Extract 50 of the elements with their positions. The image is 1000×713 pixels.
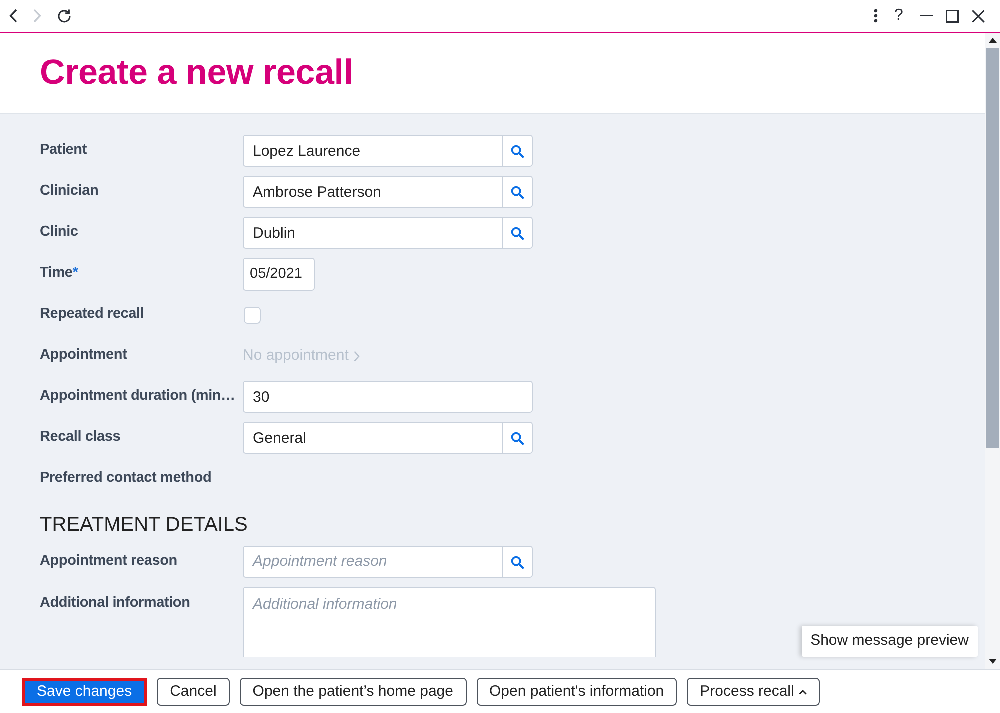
field-label: Time* (40, 264, 80, 284)
search-button[interactable] (503, 135, 533, 167)
text-field[interactable]: Dublin (243, 217, 503, 249)
search-button[interactable] (503, 217, 533, 249)
search-icon (511, 226, 524, 240)
field-label: Recall class (40, 428, 122, 448)
field-label: Repeated recall (40, 305, 146, 324)
caret-icon (799, 690, 808, 694)
chevron-right-icon (354, 350, 360, 362)
text-field[interactable]: 30 (243, 381, 533, 413)
action-button[interactable]: Open the patient’s home page (240, 678, 466, 706)
down-arrow-icon[interactable] (988, 659, 996, 664)
text-field[interactable]: General (243, 422, 503, 454)
field-label: Appointment (40, 346, 128, 366)
chevron-left-icon[interactable] (9, 9, 18, 23)
action-button[interactable]: Open patient's information (476, 678, 678, 706)
scrollbar-thumb[interactable] (986, 48, 999, 448)
action-button[interactable]: Cancel (157, 678, 230, 706)
more-menu-icon[interactable] (874, 9, 878, 23)
close-icon[interactable] (972, 10, 985, 22)
maximize-icon[interactable] (946, 10, 959, 22)
field-label: Appointment reason (40, 552, 178, 572)
search-button[interactable] (503, 546, 533, 578)
field-label: Preferred contact method (40, 469, 213, 488)
field-label: Appointment duration (min… (40, 387, 236, 406)
help-button[interactable]: ? (891, 6, 907, 26)
scrollbar[interactable] (985, 33, 1000, 669)
field-label: Additional information (40, 594, 192, 613)
search-icon (511, 432, 524, 444)
search-icon (511, 556, 524, 568)
checkbox[interactable] (244, 306, 261, 324)
search-button[interactable] (503, 422, 533, 454)
text-field[interactable]: Lopez Laurence (243, 135, 503, 167)
up-arrow-icon[interactable] (988, 38, 996, 43)
minimize-icon[interactable] (920, 15, 933, 17)
search-icon (511, 186, 524, 198)
text-field[interactable]: Ambrose Patterson (243, 176, 503, 208)
field-label: Patient (40, 141, 88, 160)
dropdown-button[interactable]: Process recall (687, 678, 820, 706)
date-field[interactable]: 05/2021 (243, 258, 315, 290)
section-heading: TREATMENT DETAILS (40, 513, 249, 537)
action-button[interactable]: Save changes (22, 678, 148, 706)
text-area[interactable]: Additional information (243, 587, 656, 657)
search-icon (511, 144, 524, 158)
search-button[interactable] (503, 176, 533, 208)
reload-icon[interactable] (57, 8, 72, 24)
page-title: Create a new recall (40, 52, 354, 94)
field-label: Clinician (40, 182, 100, 202)
field-label: Clinic (40, 223, 80, 242)
preview-button[interactable]: Show message preview (802, 626, 978, 657)
